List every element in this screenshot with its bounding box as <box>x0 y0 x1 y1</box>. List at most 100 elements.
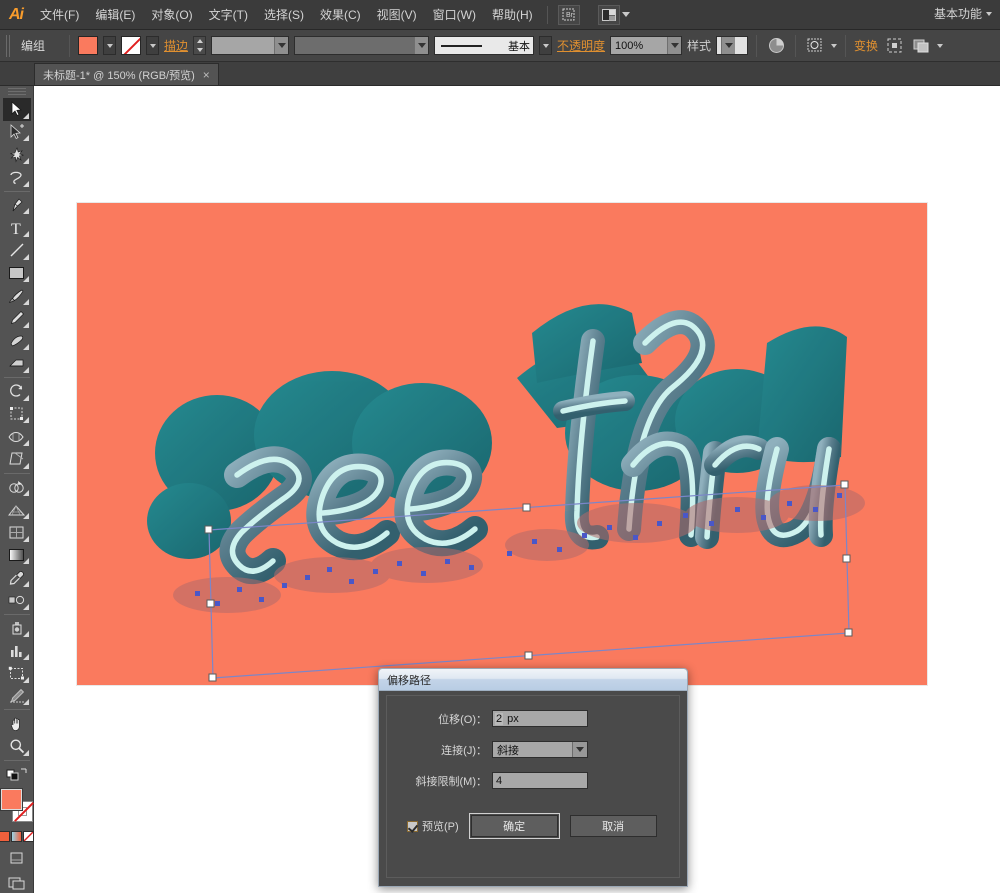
workspace-selector[interactable]: 基本功能 <box>934 5 992 22</box>
document-tab[interactable]: 未标题-1* @ 150% (RGB/预览) × <box>34 63 219 85</box>
chevron-down-icon[interactable] <box>831 43 838 48</box>
none-icon[interactable] <box>23 830 34 842</box>
gradient-icon[interactable] <box>11 830 22 842</box>
stroke-profile-dropdown[interactable] <box>539 36 553 55</box>
direct-selection-tool[interactable] <box>3 121 31 144</box>
cancel-button[interactable]: 取消 <box>569 815 657 837</box>
menu-file[interactable]: 文件(F) <box>32 2 87 27</box>
artwork-3d-text[interactable] <box>77 203 927 685</box>
offset-input[interactable]: 2 px <box>492 710 588 727</box>
menu-edit[interactable]: 编辑(E) <box>87 2 143 27</box>
scale-tool[interactable] <box>3 403 31 426</box>
selection-tool[interactable] <box>2 97 31 121</box>
stroke-weight-stepper[interactable] <box>193 36 207 55</box>
dialog-title-bar[interactable]: 偏移路径 <box>379 669 687 691</box>
control-bar: 编组 描边 基本 不透明度 100% 样式 变换 <box>0 30 1000 62</box>
hand-tool[interactable] <box>3 712 31 735</box>
join-select[interactable]: 斜接 <box>492 741 588 758</box>
bridge-icon[interactable]: Br <box>557 4 580 25</box>
perspective-grid-tool[interactable] <box>3 498 31 521</box>
tool-divider <box>3 190 30 192</box>
default-fill-stroke-icon[interactable] <box>3 763 31 786</box>
close-icon[interactable]: × <box>203 69 210 81</box>
graphic-style-field[interactable] <box>716 36 749 55</box>
stroke-weight-dropdown[interactable] <box>274 37 289 54</box>
mesh-tool[interactable] <box>3 521 31 544</box>
symbol-sprayer-tool[interactable] <box>3 617 31 640</box>
chevron-down-icon <box>542 43 549 48</box>
fill-swatch-dropdown[interactable] <box>103 36 116 55</box>
change-screen-mode-icon[interactable] <box>6 873 28 893</box>
align-icon[interactable] <box>883 35 905 57</box>
stroke-variable-width-dropdown[interactable] <box>414 37 429 54</box>
gradient-tool[interactable] <box>3 544 31 567</box>
blend-tool[interactable] <box>3 589 31 612</box>
arrange-icon[interactable] <box>910 35 932 57</box>
rectangle-tool[interactable] <box>3 262 31 285</box>
artboard[interactable] <box>77 203 927 685</box>
arrange-documents-icon[interactable] <box>597 4 620 25</box>
fill-color-swatch[interactable] <box>0 788 23 812</box>
slice-tool[interactable] <box>3 685 31 708</box>
width-tool[interactable] <box>3 425 31 448</box>
opacity-panel-link[interactable]: 不透明度 <box>557 37 605 54</box>
stroke-variable-width-field[interactable] <box>294 36 430 55</box>
shape-builder-tool[interactable] <box>3 476 31 499</box>
graphic-style-dropdown[interactable] <box>721 37 736 54</box>
chevron-down-icon[interactable] <box>621 12 630 17</box>
stepper-down-icon[interactable] <box>196 47 203 52</box>
line-segment-tool[interactable] <box>3 239 31 262</box>
menu-window[interactable]: 窗口(W) <box>425 2 484 27</box>
opacity-dropdown[interactable] <box>667 37 682 54</box>
checkbox-checked-icon[interactable] <box>407 820 418 832</box>
type-tool[interactable]: T <box>3 216 31 239</box>
stroke-swatch[interactable] <box>121 36 141 55</box>
chevron-down-icon[interactable] <box>572 742 587 757</box>
miter-input[interactable]: 4 <box>492 772 588 789</box>
chevron-down-icon[interactable] <box>937 43 944 48</box>
menu-effect[interactable]: 效果(C) <box>312 2 369 27</box>
blob-brush-tool[interactable] <box>3 330 31 353</box>
recolor-artwork-icon[interactable] <box>765 35 787 57</box>
color-swatch-icon[interactable] <box>0 830 10 842</box>
artboard-tool[interactable] <box>3 662 31 685</box>
divider <box>795 34 797 57</box>
eraser-tool[interactable] <box>3 352 31 375</box>
menu-view[interactable]: 视图(V) <box>369 2 425 27</box>
menu-divider <box>546 5 548 24</box>
fill-swatch[interactable] <box>78 36 98 55</box>
offset-path-dialog[interactable]: 偏移路径 位移(O)： 2 px 连接(J)： 斜接 斜接限制(M)： 4 预览… <box>378 668 688 887</box>
stroke-swatch-dropdown[interactable] <box>146 36 159 55</box>
paintbrush-tool[interactable] <box>3 284 31 307</box>
column-graph-tool[interactable] <box>3 639 31 662</box>
ok-button[interactable]: 确定 <box>468 813 560 839</box>
pencil-tool[interactable] <box>3 307 31 330</box>
stroke-profile-field[interactable]: 基本 <box>434 36 535 55</box>
offset-row: 位移(O)： 2 px <box>387 710 679 727</box>
stroke-panel-link[interactable]: 描边 <box>164 37 188 54</box>
opacity-mask-icon[interactable] <box>804 35 826 57</box>
tools-panel-grip[interactable] <box>7 88 26 96</box>
eyedropper-tool[interactable] <box>3 566 31 589</box>
menu-object[interactable]: 对象(O) <box>143 2 200 27</box>
control-bar-grip[interactable] <box>6 34 12 57</box>
arrange-documents-button[interactable] <box>594 4 630 25</box>
pen-tool[interactable] <box>3 194 31 217</box>
opacity-field[interactable]: 100% <box>610 36 683 55</box>
fill-stroke-indicator[interactable] <box>0 788 33 823</box>
zoom-tool[interactable] <box>3 735 31 758</box>
menu-help[interactable]: 帮助(H) <box>484 2 541 27</box>
offset-unit: px <box>507 712 519 725</box>
lasso-tool[interactable] <box>3 166 31 189</box>
preview-checkbox[interactable]: 预览(P) <box>407 818 459 834</box>
menu-type[interactable]: 文字(T) <box>201 2 256 27</box>
transform-panel-link[interactable]: 变换 <box>854 37 878 54</box>
stepper-up-icon[interactable] <box>196 39 203 44</box>
rotate-tool[interactable] <box>3 380 31 403</box>
chevron-down-icon[interactable] <box>986 11 992 16</box>
free-transform-tool[interactable] <box>3 448 31 471</box>
menu-select[interactable]: 选择(S) <box>256 2 312 27</box>
drawing-mode-icon[interactable] <box>6 848 28 868</box>
magic-wand-tool[interactable] <box>3 143 31 166</box>
stroke-weight-field[interactable] <box>211 36 290 55</box>
